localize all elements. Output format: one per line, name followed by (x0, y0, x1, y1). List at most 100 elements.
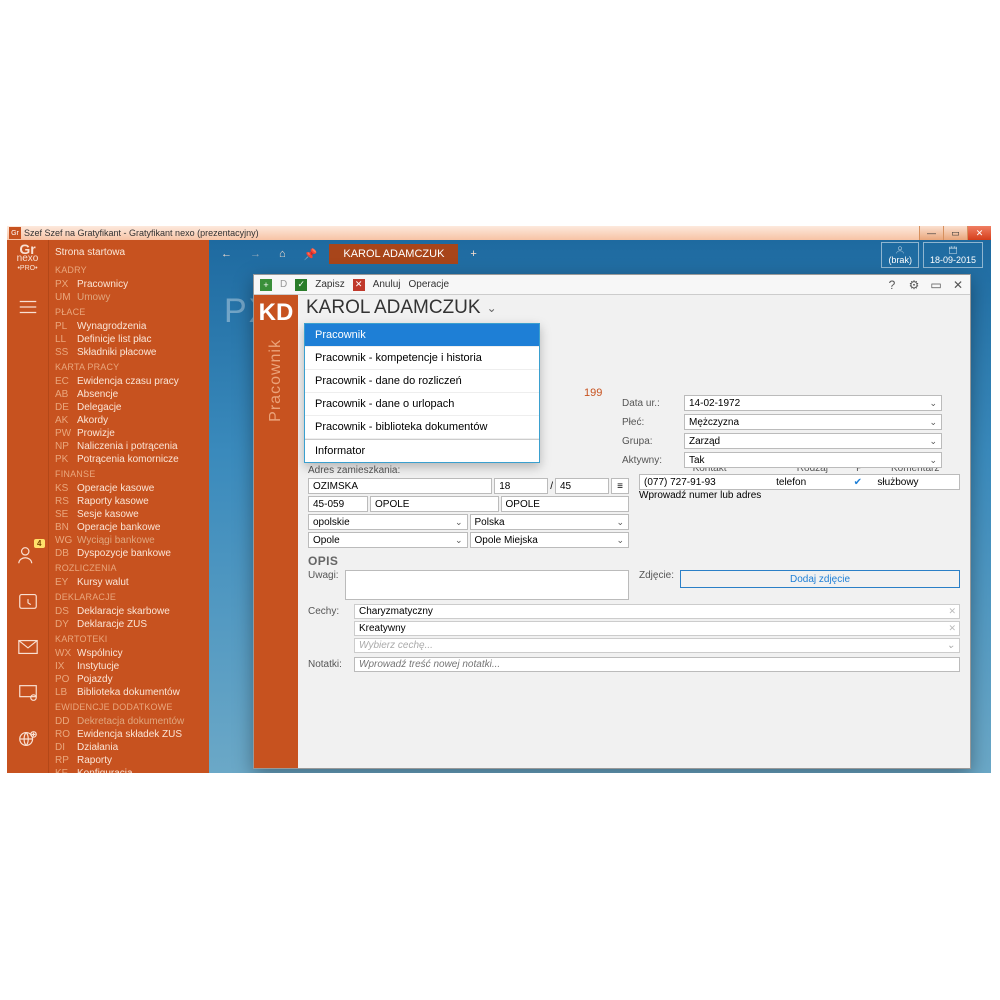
remove-trait-icon[interactable]: ✕ (948, 606, 956, 617)
house-no-input[interactable]: 18 (494, 478, 548, 494)
dropdown-item[interactable]: Pracownik - kompetencje i historia (305, 347, 539, 370)
zip-input[interactable]: 45-059 (308, 496, 368, 512)
nav-item[interactable]: PXPracownicy (49, 278, 209, 291)
date-indicator[interactable]: 18-09-2015 (923, 242, 983, 268)
voivodeship-select[interactable]: opolskie⌄ (308, 514, 468, 530)
cancel-icon[interactable]: ✕ (353, 279, 365, 291)
editor-toolbar: + D ✓ Zapisz ✕ Anuluj Operacje ? ⚙ ▭ ✕ (254, 275, 970, 295)
nav-item[interactable]: WXWspólnicy (49, 647, 209, 660)
nav-back-icon[interactable]: ← (215, 246, 238, 262)
remove-trait-icon[interactable]: ✕ (948, 623, 956, 634)
nav-item[interactable]: IXInstytucje (49, 660, 209, 673)
apt-no-input[interactable]: 45 (555, 478, 609, 494)
view-dropdown[interactable]: PracownikPracownik - kompetencje i histo… (304, 323, 540, 463)
settings-button[interactable]: ⚙ (906, 277, 922, 293)
cancel-button[interactable]: Anuluj (373, 279, 401, 290)
nav-item[interactable]: PLWynagrodzenia (49, 320, 209, 333)
main-area: ← → ⌂ 📌 KAROL ADAMCZUK + (brak) 18-09-20… (209, 240, 991, 773)
nav-item[interactable]: SSSkładniki płacowe (49, 346, 209, 359)
nav-item[interactable]: ECEwidencja czasu pracy (49, 375, 209, 388)
county-select[interactable]: Opole⌄ (308, 532, 468, 548)
add-photo-button[interactable]: Dodaj zdjęcie (680, 570, 960, 588)
maximize-button[interactable]: ▭ (928, 277, 944, 293)
new-tab-button[interactable]: + (464, 246, 482, 262)
mail-icon[interactable] (13, 634, 43, 660)
nav-item[interactable]: ABAbsencje (49, 388, 209, 401)
nav-item[interactable]: DIDziałania (49, 741, 209, 754)
nav-item[interactable]: DDDekretacja dokumentów (49, 715, 209, 728)
nav-item[interactable]: ROEwidencja składek ZUS (49, 728, 209, 741)
menu-icon[interactable] (13, 294, 43, 320)
group-select[interactable]: Zarząd⌄ (684, 433, 942, 449)
dropdown-item[interactable]: Pracownik - dane do rozliczeń (305, 370, 539, 393)
nav-item[interactable]: NPNaliczenia i potrącenia (49, 440, 209, 453)
dropdown-item[interactable]: Informator (305, 439, 539, 462)
nav-item[interactable]: LLDefinicje list płac (49, 333, 209, 346)
nav-item[interactable]: RPRaporty (49, 754, 209, 767)
contact-row[interactable]: (077) 727-91-93 telefon ✔ służbowy (639, 474, 960, 490)
help-button[interactable]: ? (884, 277, 900, 293)
nav-item[interactable]: AKAkordy (49, 414, 209, 427)
nav-item[interactable]: KFKonfiguracja (49, 767, 209, 773)
certificate-icon[interactable] (13, 680, 43, 706)
nav-group-header: FINANSE (49, 466, 209, 482)
close-editor-button[interactable]: ✕ (950, 277, 966, 293)
home-icon[interactable]: ⌂ (273, 246, 292, 262)
nav-item[interactable]: PWProwizje (49, 427, 209, 440)
city-input[interactable]: OPOLE (370, 496, 499, 512)
active-label: Aktywny: (622, 455, 678, 466)
trait-select[interactable]: Wybierz cechę...⌄ (354, 638, 960, 653)
nav-item[interactable]: EYKursy walut (49, 576, 209, 589)
dropdown-item[interactable]: Pracownik - biblioteka dokumentów (305, 416, 539, 439)
trait-chip[interactable]: Charyzmatyczny✕ (354, 604, 960, 619)
home-link[interactable]: Strona startowa (49, 243, 209, 262)
remarks-textarea[interactable] (345, 570, 629, 600)
nav-item[interactable]: PKPotrącenia komornicze (49, 453, 209, 466)
save-button[interactable]: Zapisz (315, 279, 344, 290)
nav-item[interactable]: RSRaporty kasowe (49, 495, 209, 508)
close-window-button[interactable]: ✕ (967, 226, 991, 240)
opis-header: OPIS (298, 548, 970, 570)
address-label: Adres zamieszkania: (308, 465, 629, 476)
nav-fwd-icon[interactable]: → (244, 246, 267, 262)
active-select[interactable]: Tak⌄ (684, 452, 942, 468)
nav-group-header: KADRY (49, 262, 209, 278)
gender-select[interactable]: Mężczyzna⌄ (684, 414, 942, 430)
nav-item[interactable]: KSOperacje kasowe (49, 482, 209, 495)
tab-active[interactable]: KAROL ADAMCZUK (329, 244, 458, 264)
nav-item[interactable]: DYDeklaracje ZUS (49, 618, 209, 631)
globe-plus-icon[interactable] (13, 726, 43, 752)
pin-icon[interactable]: 📌 (298, 246, 324, 263)
notes-input[interactable] (354, 657, 960, 672)
nav-item[interactable]: UMUmowy (49, 291, 209, 304)
operations-menu[interactable]: Operacje (409, 279, 450, 290)
birthdate-input[interactable]: 14-02-1972⌄ (684, 395, 942, 411)
street-input[interactable]: OZIMSKA (308, 478, 492, 494)
address-menu-button[interactable]: ≡ (611, 478, 629, 494)
minimize-button[interactable]: — (919, 226, 943, 240)
dropdown-item[interactable]: Pracownik - dane o urlopach (305, 393, 539, 416)
add-icon[interactable]: + (260, 279, 272, 291)
nav-item[interactable]: DSDeklaracje skarbowe (49, 605, 209, 618)
birthdate-label: Data ur.: (622, 398, 678, 409)
commune-select[interactable]: Opole Miejska⌄ (470, 532, 630, 548)
nav-item[interactable]: SESesje kasowe (49, 508, 209, 521)
save-icon[interactable]: ✓ (295, 279, 307, 291)
dropdown-item[interactable]: Pracownik (305, 324, 539, 347)
contact-placeholder[interactable]: Wprowadź numer lub adres (639, 490, 960, 501)
nav-item[interactable]: DBDyspozycje bankowe (49, 547, 209, 560)
nav-item[interactable]: POPojazdy (49, 673, 209, 686)
primary-checkbox[interactable]: ✔ (842, 477, 873, 488)
users-icon[interactable]: 4 (13, 542, 43, 568)
nav-item[interactable]: BNOperacje bankowe (49, 521, 209, 534)
country-select[interactable]: Polska⌄ (470, 514, 630, 530)
clock-icon[interactable] (13, 588, 43, 614)
user-indicator[interactable]: (brak) (881, 242, 919, 268)
restore-button[interactable]: ▭ (943, 226, 967, 240)
post-city-input[interactable]: OPOLE (501, 496, 630, 512)
nav-item[interactable]: LBBiblioteka dokumentów (49, 686, 209, 699)
record-title-dropdown[interactable]: KAROL ADAMCZUK ⌄ (306, 297, 962, 319)
nav-item[interactable]: WGWyciągi bankowe (49, 534, 209, 547)
trait-chip[interactable]: Kreatywny✕ (354, 621, 960, 636)
nav-item[interactable]: DEDelegacje (49, 401, 209, 414)
